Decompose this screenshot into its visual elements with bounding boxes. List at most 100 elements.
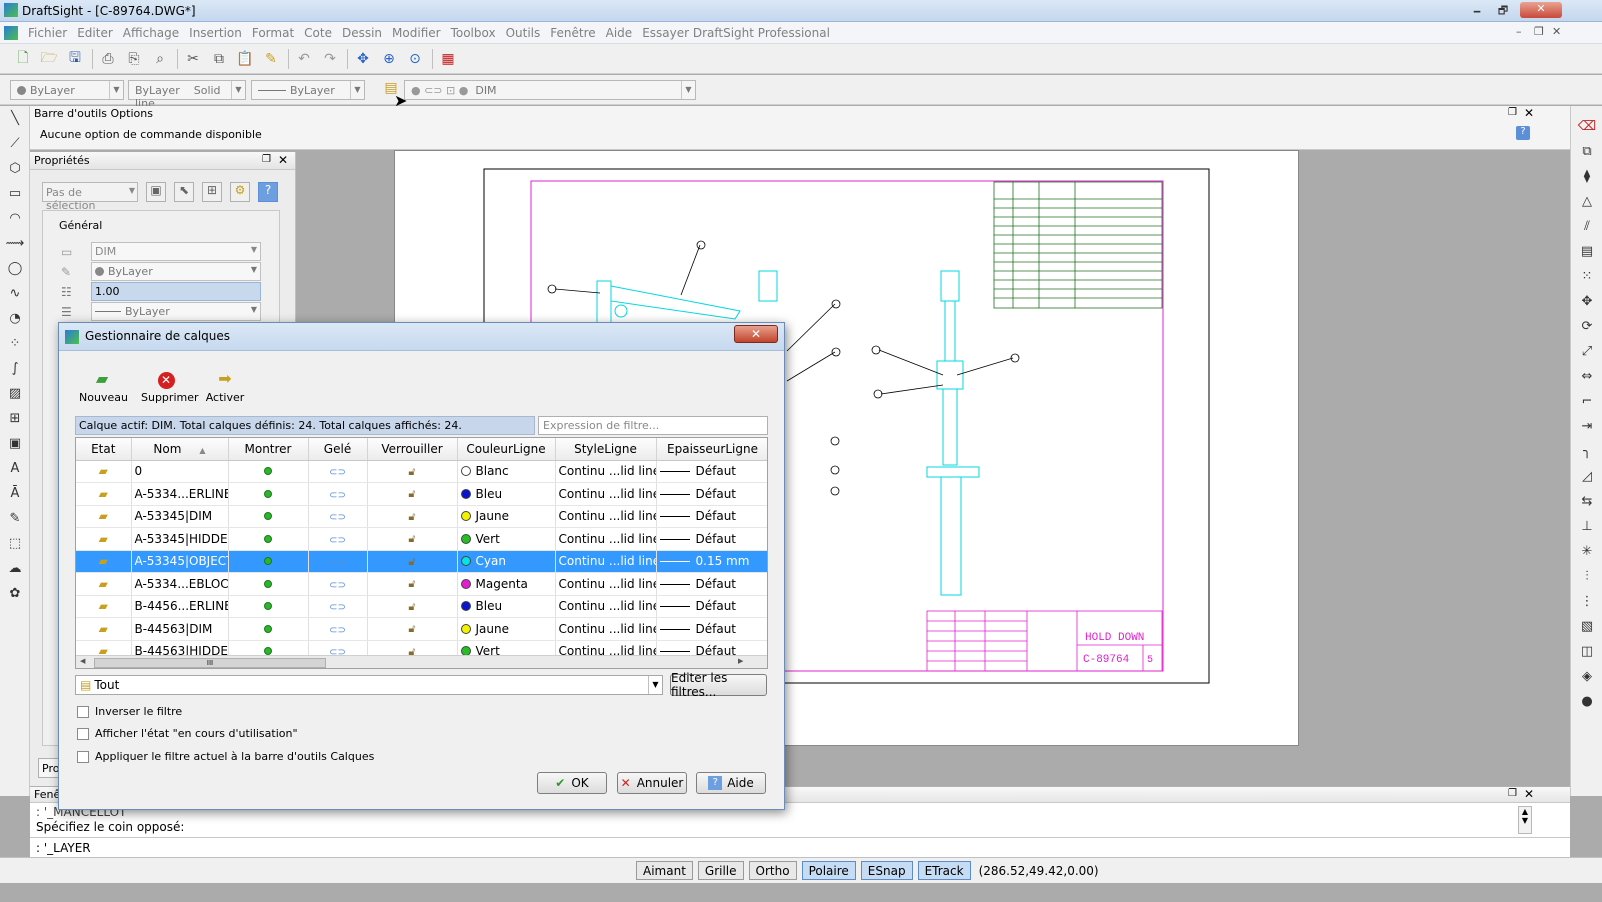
layer-name-cell[interactable]: A-5334...EBLOCK: [131, 572, 229, 596]
help-icon[interactable]: ?: [258, 182, 278, 202]
layer-color-cell[interactable]: Bleu: [457, 595, 556, 618]
sun-icon[interactable]: ⊂⊃: [329, 512, 346, 523]
layer-linestyle-cell[interactable]: Continu ...lid line: [555, 617, 657, 641]
lock-toggle-cell[interactable]: 🔓︎: [367, 572, 458, 596]
layer-lineweight-cell[interactable]: Défaut: [656, 572, 767, 596]
layer-name-cell[interactable]: B-4456...ERLINE: [131, 595, 229, 618]
layer-property-field[interactable]: DIM ▼: [91, 242, 261, 261]
pattern-icon[interactable]: ▤: [1571, 239, 1602, 264]
align-icon[interactable]: ⫶: [1571, 564, 1602, 589]
menu-fenetre[interactable]: Fenêtre: [550, 26, 595, 40]
layer-lineweight-cell[interactable]: Défaut: [656, 617, 767, 641]
dialog-close-button[interactable]: ✕: [734, 325, 778, 343]
layer-state-cell[interactable]: ▰: [76, 505, 132, 528]
match-properties-icon[interactable]: ✎: [260, 48, 282, 70]
unlock-icon[interactable]: 🔓︎: [408, 532, 415, 545]
lock-toggle-cell[interactable]: 🔓︎: [367, 527, 458, 551]
freeze-toggle-cell[interactable]: ⊂⊃: [308, 617, 368, 641]
checkbox-box[interactable]: [77, 705, 89, 718]
show-toggle-cell[interactable]: [228, 460, 309, 483]
layer-name-cell[interactable]: 0: [131, 460, 229, 483]
layer-lineweight-cell[interactable]: Défaut: [656, 527, 767, 551]
sun-icon[interactable]: ⊂⊃: [329, 467, 346, 478]
layer-linestyle-cell[interactable]: Continu ...lid line: [555, 550, 657, 573]
layer-color-cell[interactable]: Jaune: [457, 505, 556, 528]
freeze-toggle-cell[interactable]: ⊂⊃: [308, 527, 368, 551]
table-row[interactable]: ▰ A-53345|DIM ⊂⊃ 🔓︎ Jaune Continu ...lid line…: [76, 505, 767, 528]
paste-icon[interactable]: 📋: [234, 48, 256, 70]
delete-layer-button[interactable]: ✕ Supprimer: [141, 369, 199, 404]
stretch-icon[interactable]: ⇔: [1571, 364, 1602, 389]
mirror-icon[interactable]: ⧫: [1571, 164, 1602, 189]
edit-text-icon[interactable]: ✎: [0, 506, 30, 531]
float-icon[interactable]: ❐: [1508, 107, 1517, 118]
float-icon[interactable]: ❐: [262, 154, 271, 165]
float-icon[interactable]: ❐: [1508, 788, 1517, 799]
lock-toggle-cell[interactable]: 🔓︎: [367, 505, 458, 528]
lock-toggle-cell[interactable]: 🔓︎: [367, 460, 458, 483]
properties-filter-icon[interactable]: ⚙: [230, 182, 250, 202]
undo-icon[interactable]: ↶: [293, 48, 315, 70]
zoom-preview-icon[interactable]: ⌕: [149, 48, 171, 70]
polar-toggle[interactable]: Polaire: [801, 861, 856, 880]
image-icon[interactable]: ▣: [0, 431, 30, 456]
polygon-icon[interactable]: ⬡: [0, 156, 30, 181]
menu-aide[interactable]: Aide: [606, 26, 633, 40]
lock-toggle-cell[interactable]: 🔓︎: [367, 550, 458, 573]
text-icon[interactable]: A: [0, 456, 30, 481]
unlock-icon[interactable]: 🔓︎: [408, 487, 415, 500]
menu-outils[interactable]: Outils: [506, 26, 541, 40]
layer-color-cell[interactable]: Jaune: [457, 617, 556, 641]
layer-color-cell[interactable]: Magenta: [457, 572, 556, 596]
layer-state-cell[interactable]: ▰: [76, 527, 132, 551]
restore-button[interactable]: 🗗: [1492, 2, 1514, 18]
table-row[interactable]: ▰ A-5334...EBLOCK ⊂⊃ 🔓︎ Magenta Continu ...li…: [76, 572, 767, 596]
layer-tools-icon[interactable]: ◈: [1571, 664, 1602, 689]
menu-dessin[interactable]: Dessin: [342, 26, 382, 40]
menu-modifier[interactable]: Modifier: [392, 26, 441, 40]
column-header-verrouiller[interactable]: Verrouiller: [367, 438, 458, 461]
unlock-icon[interactable]: 🔓︎: [408, 510, 415, 523]
apply-filter-checkbox[interactable]: Appliquer le filtre actuel à la barre d'…: [77, 750, 374, 763]
shape-icon[interactable]: ✿: [0, 581, 30, 606]
layer-name-cell[interactable]: A-5334...ERLINE: [131, 482, 229, 506]
unlock-icon[interactable]: 🔓︎: [408, 622, 415, 635]
table-row[interactable]: ▰ A-5334...ERLINE ⊂⊃ 🔓︎ Bleu Continu ...lid l…: [76, 482, 767, 506]
zoom-window-icon[interactable]: ⊙: [404, 48, 426, 70]
etrack-toggle[interactable]: ETrack: [917, 861, 971, 880]
table-row[interactable]: ▰ B-4456...ERLINE ⊂⊃ 🔓︎ Bleu Continu ...lid l…: [76, 595, 767, 618]
scale-property-field[interactable]: 1.00: [91, 282, 261, 301]
lightbulb-on-icon[interactable]: [264, 489, 272, 498]
column-header-couleur[interactable]: CouleurLigne: [457, 438, 556, 461]
cut-icon[interactable]: ✂: [182, 48, 204, 70]
layer-color-cell[interactable]: Bleu: [457, 482, 556, 506]
layer-states-icon[interactable]: ▦: [437, 48, 459, 70]
print-preview-icon[interactable]: ⎘: [123, 48, 145, 70]
revision-cloud-icon[interactable]: ☁: [0, 556, 30, 581]
sun-icon[interactable]: ⊂⊃: [329, 602, 346, 613]
layer-state-cell[interactable]: ▰: [76, 550, 132, 573]
sun-icon[interactable]: ⊂⊃: [329, 535, 346, 546]
erase-icon[interactable]: ⌫: [1571, 114, 1602, 139]
scroll-right-icon[interactable]: ▶: [738, 657, 743, 665]
unlock-icon[interactable]: 🔓︎: [408, 465, 415, 478]
unlock-icon[interactable]: 🔓︎: [408, 600, 415, 613]
unlock-icon[interactable]: 🔓︎: [408, 577, 415, 590]
unlock-icon[interactable]: 🔓︎: [408, 555, 415, 568]
lineweight-combo[interactable]: ByLayer ▼: [251, 80, 365, 100]
circle-icon[interactable]: ◯: [0, 256, 30, 281]
highlight-icon[interactable]: ◫: [1571, 639, 1602, 664]
layer-linestyle-cell[interactable]: Continu ...lid line: [555, 460, 657, 483]
chamfer-icon[interactable]: ◿: [1571, 464, 1602, 489]
menu-editer[interactable]: Editer: [77, 26, 113, 40]
column-header-nom[interactable]: Nom ▲: [131, 438, 229, 461]
lightbulb-on-icon[interactable]: [264, 602, 272, 611]
infinite-line-icon[interactable]: ⟋: [0, 131, 30, 156]
layer-lineweight-cell[interactable]: 0.15 mm: [656, 550, 767, 573]
filter-combo[interactable]: ▤ Tout ▼: [75, 675, 663, 695]
mtext-icon[interactable]: Ā: [0, 481, 30, 506]
linestyle-combo[interactable]: ByLayer Solid line ▼: [128, 80, 246, 110]
polyline-icon[interactable]: ⟿: [0, 231, 30, 256]
close-icon[interactable]: ✕: [1524, 787, 1534, 801]
grid-toggle[interactable]: Grille: [697, 861, 744, 880]
